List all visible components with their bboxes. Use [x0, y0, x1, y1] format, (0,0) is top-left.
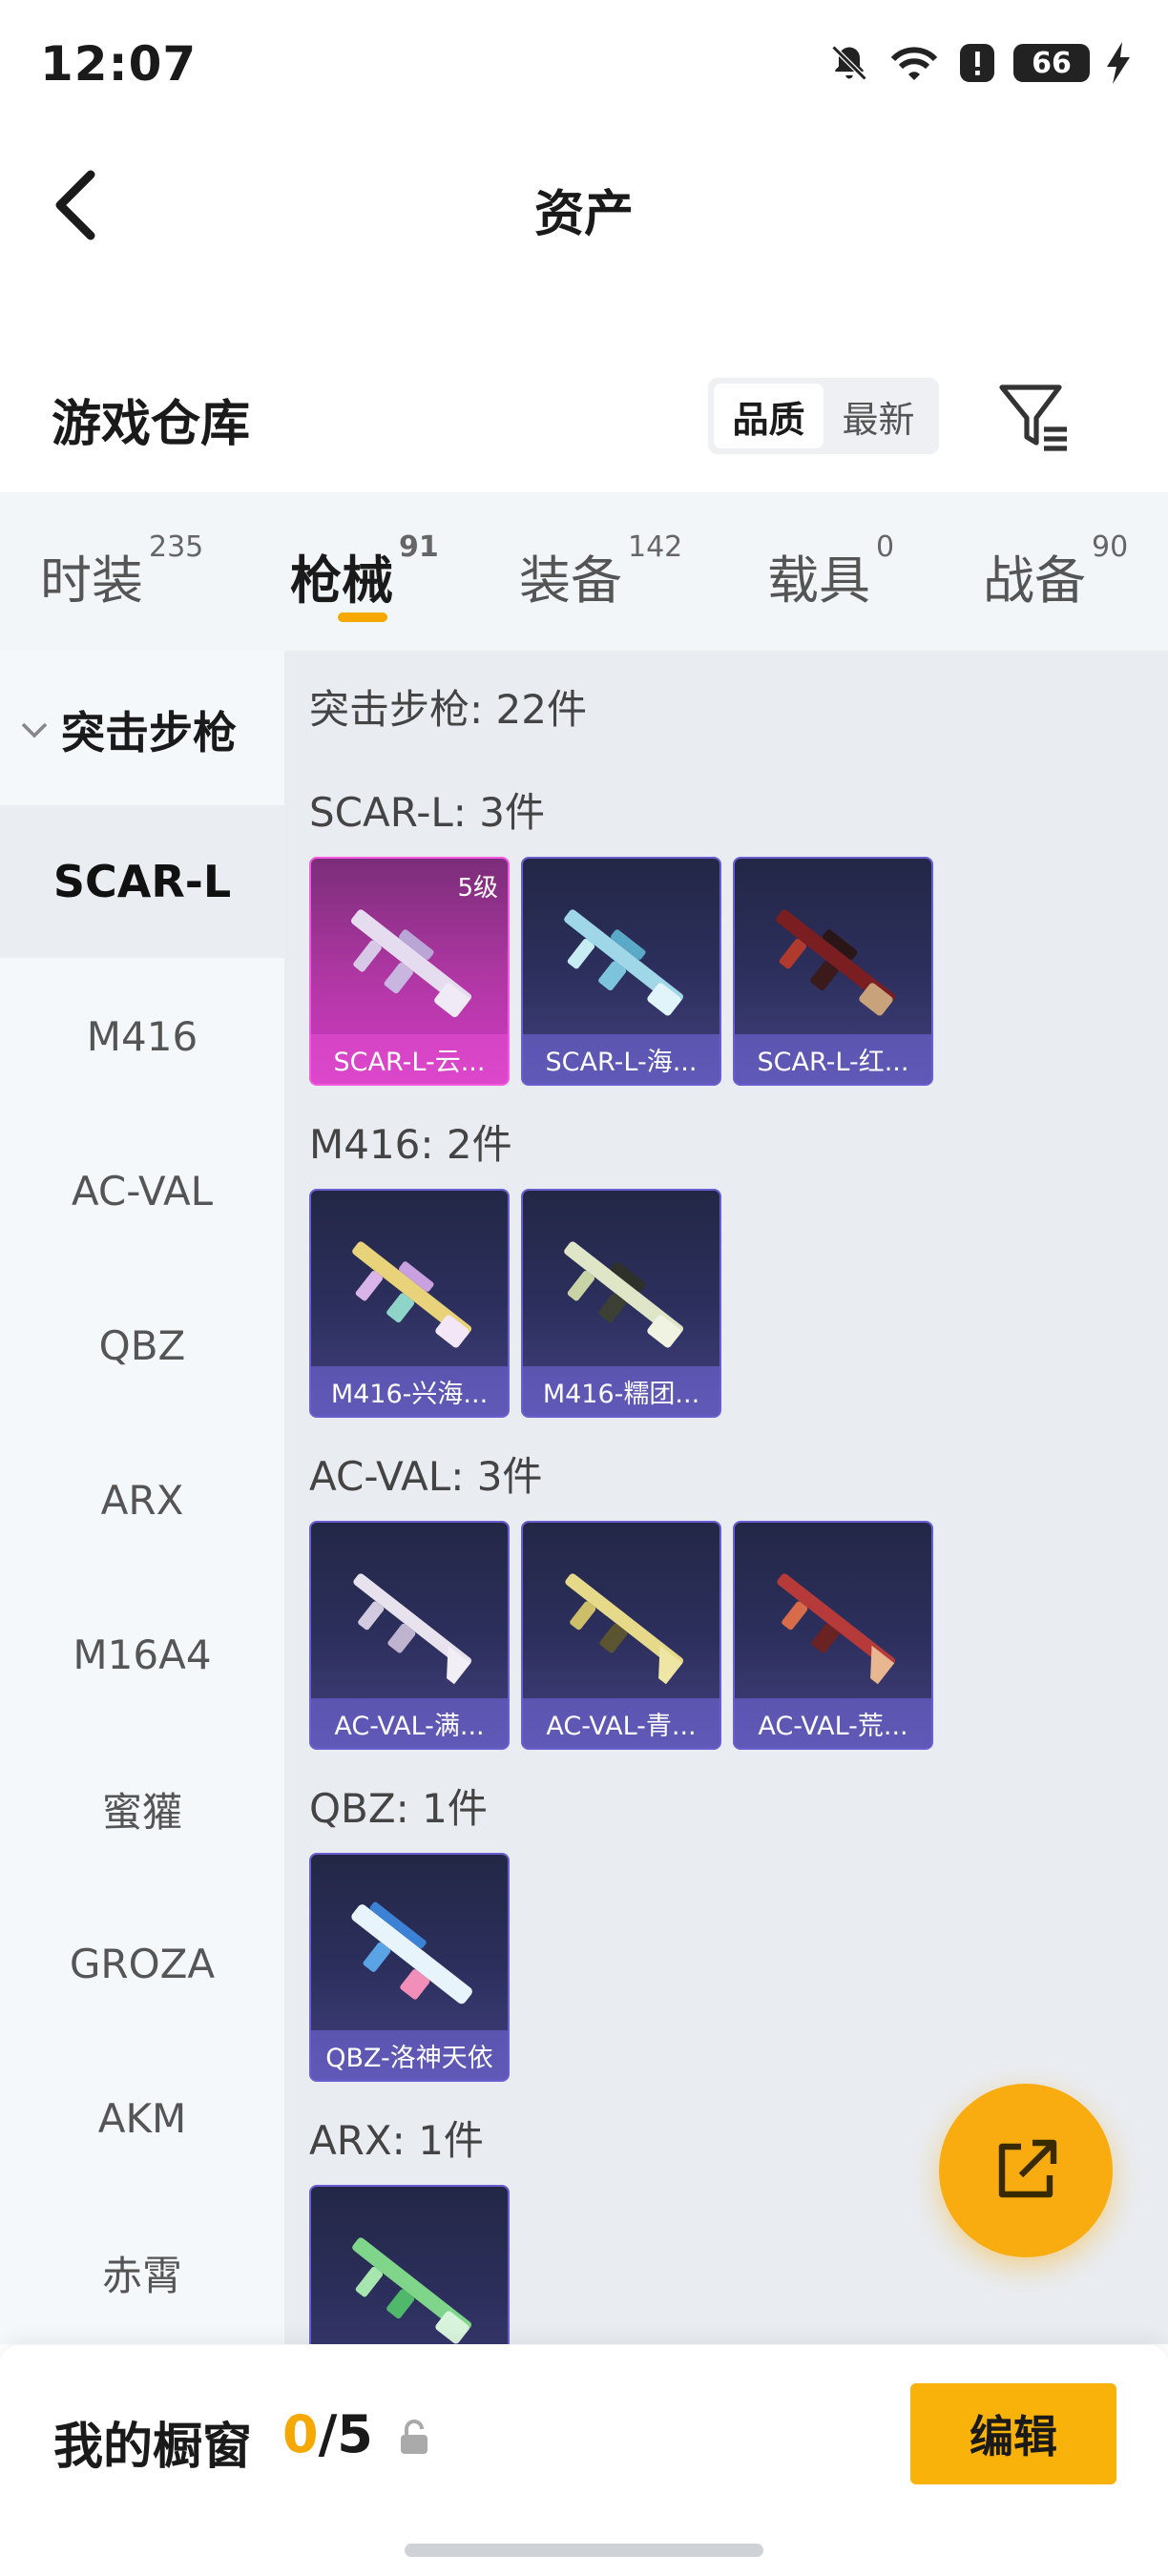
weapon-card[interactable]: AC-VAL-青... [521, 1521, 721, 1750]
showcase-count: 0/5 [282, 2404, 373, 2464]
rifle-image [564, 909, 684, 1016]
status-bar: 12:07 66 [0, 0, 1168, 134]
charging-icon [1107, 42, 1130, 84]
battery-indicator: 66 [1013, 44, 1090, 82]
category-tabs: 时装235 枪械91 装备142 载具0 战备90 [0, 492, 1168, 651]
weapon-type-sidebar: 突击步枪 SCAR-L M416 AC-VAL QBZ ARX M16A4 蜜獾… [0, 651, 284, 2344]
status-time: 12:07 [40, 36, 198, 92]
weapon-card-label: AC-VAL-满... [311, 1698, 508, 1748]
rifle-image [564, 1241, 684, 1348]
weapon-card[interactable]: SCAR-L-海... [521, 857, 721, 1086]
rifle-image [777, 1573, 896, 1685]
weapon-card[interactable] [309, 2185, 510, 2344]
share-fab-button[interactable] [939, 2084, 1113, 2257]
weapon-card[interactable]: AC-VAL-满... [309, 1521, 510, 1750]
weapon-card[interactable]: 5级 SCAR-L-云... [309, 857, 510, 1086]
weapon-card-label: AC-VAL-荒... [735, 1698, 931, 1748]
category-count-header: 突击步枪: 22件 [309, 686, 587, 733]
weapon-card[interactable]: SCAR-L-红... [733, 857, 933, 1086]
weapon-card-label: SCAR-L-海... [523, 1034, 720, 1084]
weapon-card-label: SCAR-L-红... [735, 1034, 931, 1084]
wifi-icon [890, 47, 938, 80]
tab-vehicles[interactable]: 载具0 [767, 530, 894, 613]
alert-icon [960, 44, 994, 82]
tab-weapons[interactable]: 枪械91 [290, 530, 439, 613]
home-indicator [405, 2544, 763, 2557]
status-icons: 66 [828, 42, 1130, 84]
sidebar-item-chixiao[interactable]: 赤霄 [0, 2196, 284, 2349]
rifle-image [353, 1573, 472, 1685]
sidebar-item-ac-val[interactable]: AC-VAL [0, 1114, 284, 1267]
chevron-down-icon [21, 722, 48, 738]
edit-button[interactable]: 编辑 [910, 2383, 1116, 2484]
group-header: SCAR-L: 3件 [309, 789, 545, 836]
sidebar-item-scar-l[interactable]: SCAR-L [0, 805, 284, 958]
group-header: ARX: 1件 [309, 2117, 484, 2164]
filter-icon [999, 384, 1067, 451]
level-badge: 5级 [457, 874, 498, 903]
weapon-card-label: SCAR-L-云... [311, 1034, 508, 1084]
weapon-card[interactable]: AC-VAL-荒... [733, 1521, 933, 1750]
sort-option-quality[interactable]: 品质 [714, 384, 824, 448]
external-link-icon [998, 2139, 1057, 2198]
filter-button[interactable] [996, 382, 1073, 452]
section-title: 游戏仓库 [52, 396, 251, 453]
group-header: M416: 2件 [309, 1121, 512, 1168]
group-header: QBZ: 1件 [309, 1785, 488, 1832]
weapon-card[interactable]: M416-糯团... [521, 1189, 721, 1418]
tab-fashion[interactable]: 时装235 [40, 530, 203, 613]
weapon-card-label: AC-VAL-青... [523, 1698, 720, 1748]
sidebar-item-m416[interactable]: M416 [0, 960, 284, 1112]
sort-option-newest[interactable]: 最新 [824, 384, 933, 448]
weapon-card-label: M416-兴海... [311, 1366, 508, 1416]
sidebar-item-arx[interactable]: ARX [0, 1423, 284, 1576]
tab-equipment[interactable]: 装备142 [519, 530, 682, 613]
weapon-card[interactable]: M416-兴海... [309, 1189, 510, 1418]
rifle-image [565, 1573, 684, 1685]
showcase-bar: 我的橱窗 0/5 编辑 [0, 2345, 1168, 2576]
sidebar-item-honey-badger[interactable]: 蜜獾 [0, 1733, 284, 1885]
sort-toggle: 品质 最新 [708, 378, 939, 454]
weapon-card[interactable]: QBZ-洛神天依 [309, 1853, 510, 2082]
active-tab-indicator [338, 613, 387, 622]
lock-icon [401, 2420, 428, 2454]
weapon-card-label: M416-糯团... [523, 1366, 720, 1416]
sidebar-item-akm[interactable]: AKM [0, 2042, 284, 2194]
tab-battle-gear[interactable]: 战备90 [983, 530, 1128, 613]
rifle-image [350, 909, 472, 1018]
rifle-image [351, 1901, 472, 2005]
sidebar-item-qbz[interactable]: QBZ [0, 1269, 284, 1422]
page-title: 资产 [533, 186, 634, 243]
rifle-image [352, 2237, 472, 2344]
sidebar-item-groza[interactable]: GROZA [0, 1887, 284, 2040]
rifle-image [352, 1241, 472, 1348]
group-header: AC-VAL: 3件 [309, 1453, 543, 1500]
mute-bell-icon [831, 45, 867, 81]
showcase-title: 我的橱窗 [53, 2419, 253, 2476]
sidebar-item-m16a4[interactable]: M16A4 [0, 1578, 284, 1731]
sidebar-category[interactable]: 突击步枪 [21, 698, 237, 761]
rifle-image [776, 909, 896, 1016]
weapon-card-label: QBZ-洛神天依 [311, 2030, 508, 2080]
